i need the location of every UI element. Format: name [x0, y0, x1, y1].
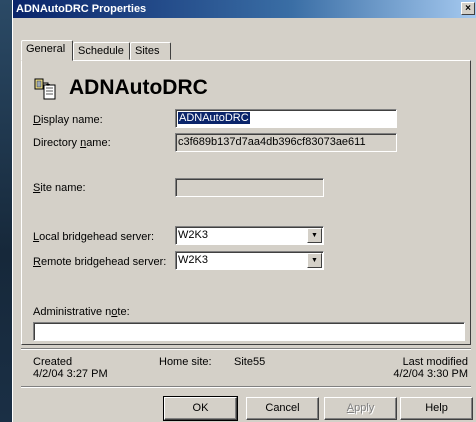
window-title: ADNAutoDRC Properties	[16, 3, 147, 15]
created-label: Created	[33, 356, 73, 368]
desktop-background	[0, 0, 12, 422]
site-name-label: Site name:	[33, 182, 86, 194]
dropdown-arrow-icon[interactable]: ▼	[307, 253, 322, 268]
separator	[21, 386, 471, 388]
directory-name-field: c3f689b137d7aa4db396cf83073ae611	[175, 133, 397, 152]
close-icon: ×	[465, 3, 471, 14]
last-modified-label: Last modified	[402, 356, 468, 368]
last-modified-value: 4/2/04 3:30 PM	[393, 368, 468, 380]
properties-dialog: ADNAutoDRC Properties × General Schedule…	[12, 0, 476, 422]
dropdown-arrow-icon[interactable]: ▼	[307, 228, 322, 243]
local-bridgehead-value: W2K3	[178, 229, 208, 241]
local-bridgehead-label: Local bridgehead server:	[33, 231, 155, 243]
remote-bridgehead-select[interactable]: W2K3 ▼	[175, 251, 324, 270]
home-site-value: Site55	[234, 356, 266, 368]
separator	[21, 348, 471, 350]
tab-sites[interactable]: Sites	[130, 42, 171, 60]
object-name-heading: ADNAutoDRC	[69, 76, 208, 99]
created-value: 4/2/04 3:27 PM	[33, 368, 108, 380]
general-tab-panel	[21, 60, 471, 345]
close-button[interactable]: ×	[461, 2, 475, 15]
connection-object-icon	[34, 78, 56, 100]
site-name-field	[175, 178, 324, 197]
title-bar[interactable]: ADNAutoDRC Properties ×	[13, 0, 476, 18]
remote-bridgehead-value: W2K3	[178, 254, 208, 266]
local-bridgehead-select[interactable]: W2K3 ▼	[175, 226, 324, 245]
tab-general[interactable]: General	[21, 40, 73, 61]
display-name-label: Display name:	[33, 114, 103, 126]
ok-button[interactable]: OK	[163, 396, 238, 421]
remote-bridgehead-label: Remote bridgehead server:	[33, 256, 167, 268]
apply-button[interactable]: Apply	[324, 397, 397, 420]
admin-note-input[interactable]	[33, 322, 465, 341]
tab-schedule[interactable]: Schedule	[73, 42, 130, 60]
home-site-label: Home site:	[159, 356, 212, 368]
cancel-button[interactable]: Cancel	[246, 397, 319, 420]
directory-name-label: Directory name:	[33, 137, 111, 149]
admin-note-label: Administrative note:	[33, 306, 130, 318]
help-button[interactable]: Help	[400, 397, 473, 420]
display-name-input[interactable]: ADNAutoDRC	[175, 109, 397, 128]
